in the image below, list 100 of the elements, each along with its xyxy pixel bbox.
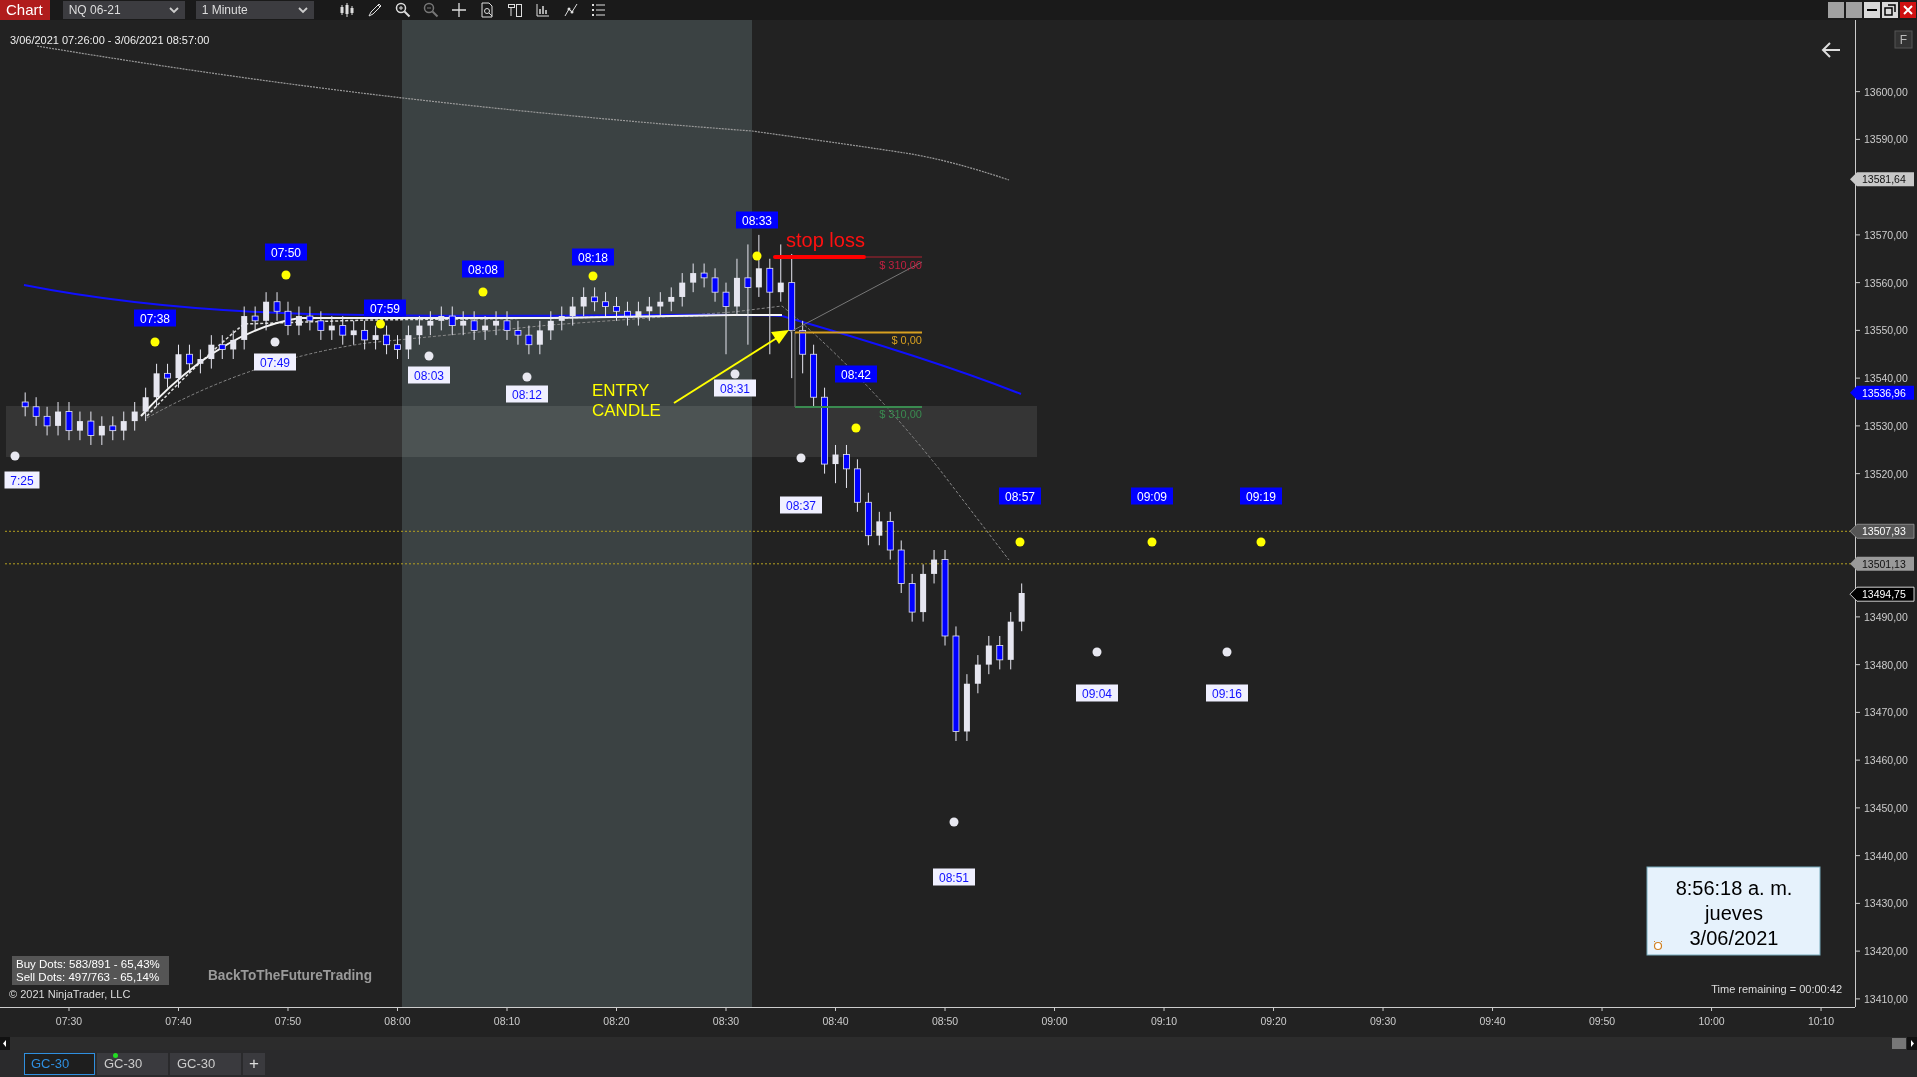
buy-signal-dot (270, 337, 280, 347)
time-label: 09:09 (1131, 487, 1173, 505)
candlestick (854, 458, 861, 513)
candlestick (799, 320, 807, 374)
corner-button[interactable]: F (1894, 30, 1913, 49)
tab[interactable]: GC-30 (97, 1052, 168, 1075)
scroll-right-button[interactable] (1907, 1037, 1917, 1050)
candlestick (175, 344, 182, 389)
scroll-left-button[interactable] (0, 1037, 10, 1050)
candlestick (153, 363, 160, 408)
candlestick-icon (338, 2, 355, 18)
minimize-icon (1867, 9, 1877, 11)
annotation-text: ENTRY (592, 381, 650, 400)
time-label: 07:59 (364, 299, 406, 317)
candlestick (317, 310, 325, 341)
sell-signal-dot (851, 423, 861, 433)
candlestick (635, 301, 642, 327)
price-label: 13540,00 (1864, 372, 1908, 385)
buy-signal-dot (949, 817, 959, 827)
buy-signal-dot (424, 351, 434, 361)
sell-signal-dot (478, 287, 488, 297)
candlestick (920, 563, 927, 623)
candlestick (109, 415, 117, 441)
tab[interactable]: GC-30 (170, 1052, 241, 1075)
scrollbar-thumb[interactable] (1892, 1038, 1906, 1049)
candlestick (131, 401, 138, 432)
candlestick (405, 325, 412, 360)
time-axis-label: 07:40 (165, 1015, 192, 1027)
candlestick (700, 263, 708, 288)
stats-text: Buy Dots: 583/891 - 65,43% (16, 958, 160, 970)
candlestick (525, 325, 533, 355)
candlestick (690, 263, 697, 293)
close-button[interactable] (1900, 2, 1916, 18)
candlestick (843, 444, 850, 489)
buy-signal-dot (1222, 647, 1232, 657)
candlestick (164, 363, 171, 389)
buy-signal-dot (1092, 647, 1102, 657)
candlestick (558, 306, 565, 331)
crosshair-icon (450, 2, 467, 18)
candlestick (21, 391, 29, 417)
candlestick (602, 291, 609, 317)
candlestick (218, 334, 226, 360)
time-axis-label: 10:00 (1698, 1015, 1725, 1027)
restore-button[interactable] (1882, 2, 1898, 18)
sell-signal-dot (150, 337, 160, 347)
candlestick (339, 315, 347, 346)
candlestick (263, 291, 270, 331)
price-label: 13520,00 (1864, 467, 1908, 480)
candlestick (733, 258, 740, 317)
clock-day: jueves (1705, 902, 1763, 924)
time-axis-label: 08:30 (712, 1015, 740, 1027)
minimize-button[interactable] (1864, 2, 1880, 18)
candlestick (241, 306, 248, 350)
candlestick (470, 310, 478, 341)
candlestick (350, 320, 357, 346)
price-label: 13430,00 (1864, 897, 1908, 910)
time-axis-label: 08:20 (603, 1015, 630, 1027)
interval-dropdown[interactable]: 1 Minute (195, 1, 314, 19)
clock-time: 8:56:18 a. m. (1675, 877, 1793, 899)
candlestick (547, 310, 554, 341)
add-tab-button[interactable]: + (243, 1052, 265, 1075)
candlestick (328, 315, 335, 341)
time-label: 7:25 (4, 471, 40, 489)
time-axis-label: 10:10 (1807, 1015, 1835, 1027)
candlestick (230, 329, 237, 360)
candlestick (197, 349, 204, 374)
candlestick (383, 325, 390, 355)
candlestick (416, 315, 423, 346)
time-label: 08:37 (780, 496, 822, 514)
candlestick (43, 406, 51, 436)
price-label: 13460,00 (1864, 754, 1908, 767)
pencil-icon (366, 2, 383, 18)
clock-date: 3/06/2021 (1689, 927, 1779, 949)
time-axis-label: 09:40 (1479, 1015, 1506, 1027)
price-label: 13490,00 (1864, 610, 1908, 623)
buy-signal-dot (796, 453, 806, 463)
time-axis-label: 09:20 (1260, 1015, 1287, 1027)
candlestick (32, 396, 40, 427)
candlestick (908, 573, 916, 623)
candlestick (394, 334, 401, 360)
time-axis-label: 09:10 (1150, 1015, 1178, 1027)
candlestick (372, 325, 379, 350)
price-flag: 13494,75 (1849, 586, 1915, 602)
candlestick (295, 306, 302, 336)
candlestick (657, 291, 664, 317)
sell-signal-dot (1015, 537, 1025, 547)
candlestick (273, 291, 281, 322)
back-arrow-icon[interactable] (1821, 42, 1841, 58)
buy-signal-dot (10, 451, 20, 461)
price-label: 13560,00 (1864, 276, 1908, 289)
candlestick (142, 387, 149, 422)
candlestick (777, 243, 784, 303)
tab[interactable]: GC-30 (24, 1052, 95, 1075)
copyright-text: © 2021 NinjaTrader, LLC (9, 988, 131, 1000)
caret-icon (168, 6, 179, 14)
candlestick (886, 511, 894, 561)
instrument-dropdown[interactable]: NQ 06-21 (62, 1, 185, 19)
price-label: 13550,00 (1864, 324, 1908, 337)
sell-signal-dot (376, 319, 385, 329)
time-label: 07:50 (265, 243, 307, 261)
